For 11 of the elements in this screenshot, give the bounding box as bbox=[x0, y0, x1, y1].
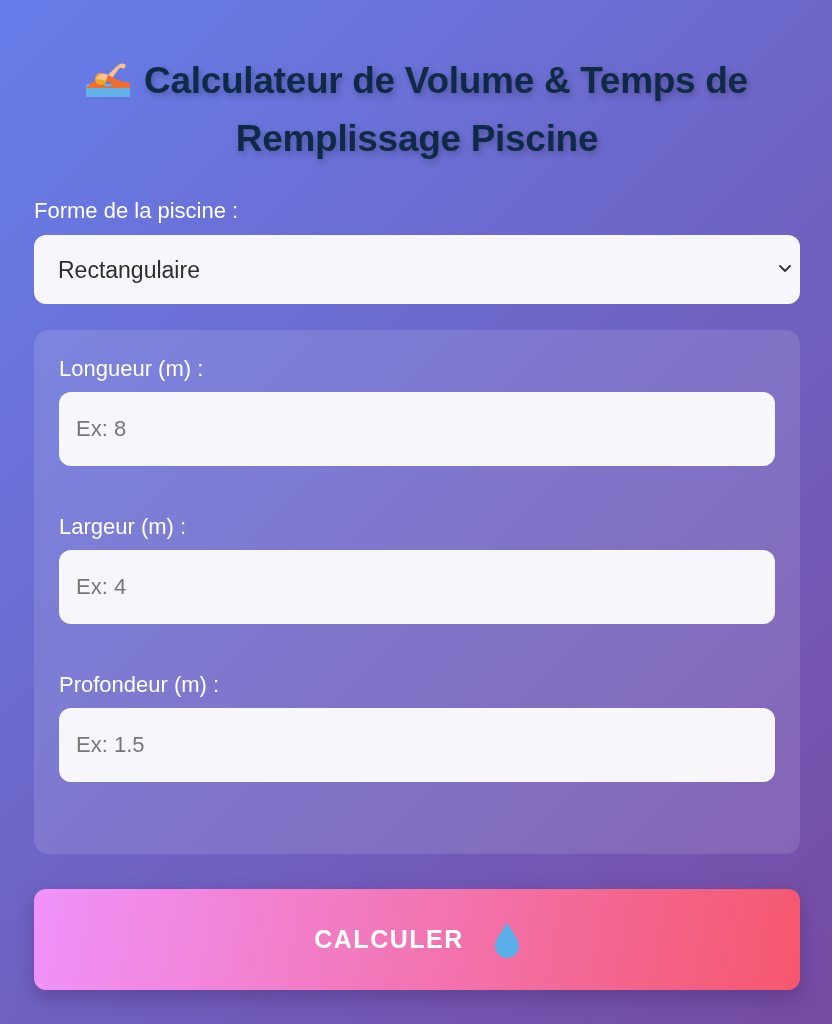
input-field[interactable]: Ex: 1.5 bbox=[59, 708, 775, 782]
input-field[interactable]: Ex: 4 bbox=[59, 550, 775, 624]
field-label: Longueur (m) : bbox=[59, 356, 205, 382]
field-label: Largeur (m) : bbox=[59, 514, 188, 540]
field-label: Forme de la piscine : bbox=[34, 198, 240, 224]
water-drop-icon bbox=[493, 921, 520, 958]
input-field[interactable]: Ex: 8 bbox=[59, 392, 775, 466]
chevron-down-icon bbox=[779, 265, 791, 273]
field-label: Profondeur (m) : bbox=[59, 672, 221, 698]
shape-select[interactable]: Rectangulaire bbox=[34, 235, 800, 304]
page-title: Calculateur de Volume & Temps de Remplissage Piscine bbox=[144, 60, 748, 159]
